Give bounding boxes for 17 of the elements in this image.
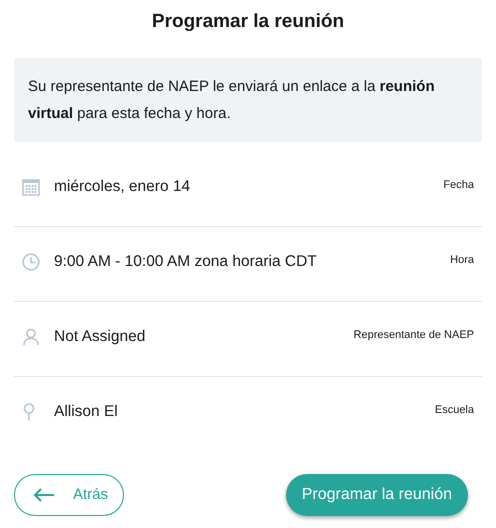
- detail-value: Allison El: [54, 402, 118, 422]
- detail-label: Fecha: [443, 178, 474, 193]
- back-button[interactable]: Atrás: [14, 474, 124, 516]
- detail-value: 9:00 AM - 10:00 AM zona horaria CDT: [54, 252, 317, 272]
- schedule-button[interactable]: Programar la reunión: [286, 474, 468, 516]
- calendar-icon: [22, 178, 40, 196]
- detail-label: Escuela: [434, 403, 474, 418]
- detail-label: Hora: [450, 253, 474, 268]
- arrow-left-icon: [33, 488, 55, 502]
- detail-value: Not Assigned: [54, 327, 146, 347]
- notice-box: Su representante de NAEP le enviará un enlace a la reunión virtual para esta fecha y hora.: [14, 58, 482, 142]
- pin-icon: [22, 403, 36, 421]
- detail-label: Representante de NAEP: [354, 328, 474, 343]
- person-icon: [22, 328, 40, 346]
- detail-value: miércoles, enero 14: [54, 177, 190, 197]
- clock-icon: [22, 253, 40, 271]
- dialog-title: Programar la reunión: [150, 10, 346, 34]
